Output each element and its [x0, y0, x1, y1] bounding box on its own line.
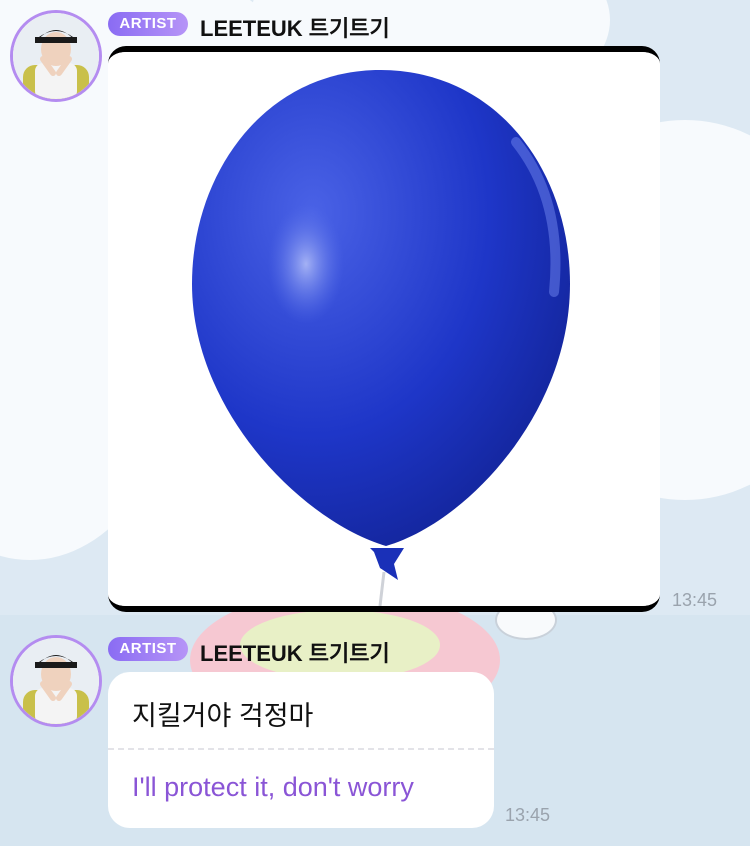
message-text: 지킬거야 걱정마: [132, 701, 314, 731]
sender-name: LEETEUK 트기트기: [200, 641, 390, 666]
message-time: 13:45: [505, 805, 551, 825]
avatar[interactable]: [10, 10, 102, 102]
balloon-image: [108, 52, 660, 606]
image-message[interactable]: [108, 46, 660, 612]
message-translation: I'll protect it, don't worry: [132, 772, 414, 802]
message-row: ARTIST LEETEUK 트기트기 13:45: [0, 0, 750, 615]
sender-name: LEETEUK 트기트기: [200, 16, 390, 41]
artist-avatar-icon: [13, 13, 99, 99]
text-message[interactable]: 지킬거야 걱정마 I'll protect it, don't worry: [108, 672, 494, 828]
avatar[interactable]: [10, 635, 102, 727]
message-time: 13:45: [672, 590, 718, 610]
artist-badge: ARTIST: [108, 637, 188, 661]
artist-badge: ARTIST: [108, 12, 188, 36]
translation-divider: [108, 748, 494, 750]
artist-avatar-icon: [13, 638, 99, 724]
